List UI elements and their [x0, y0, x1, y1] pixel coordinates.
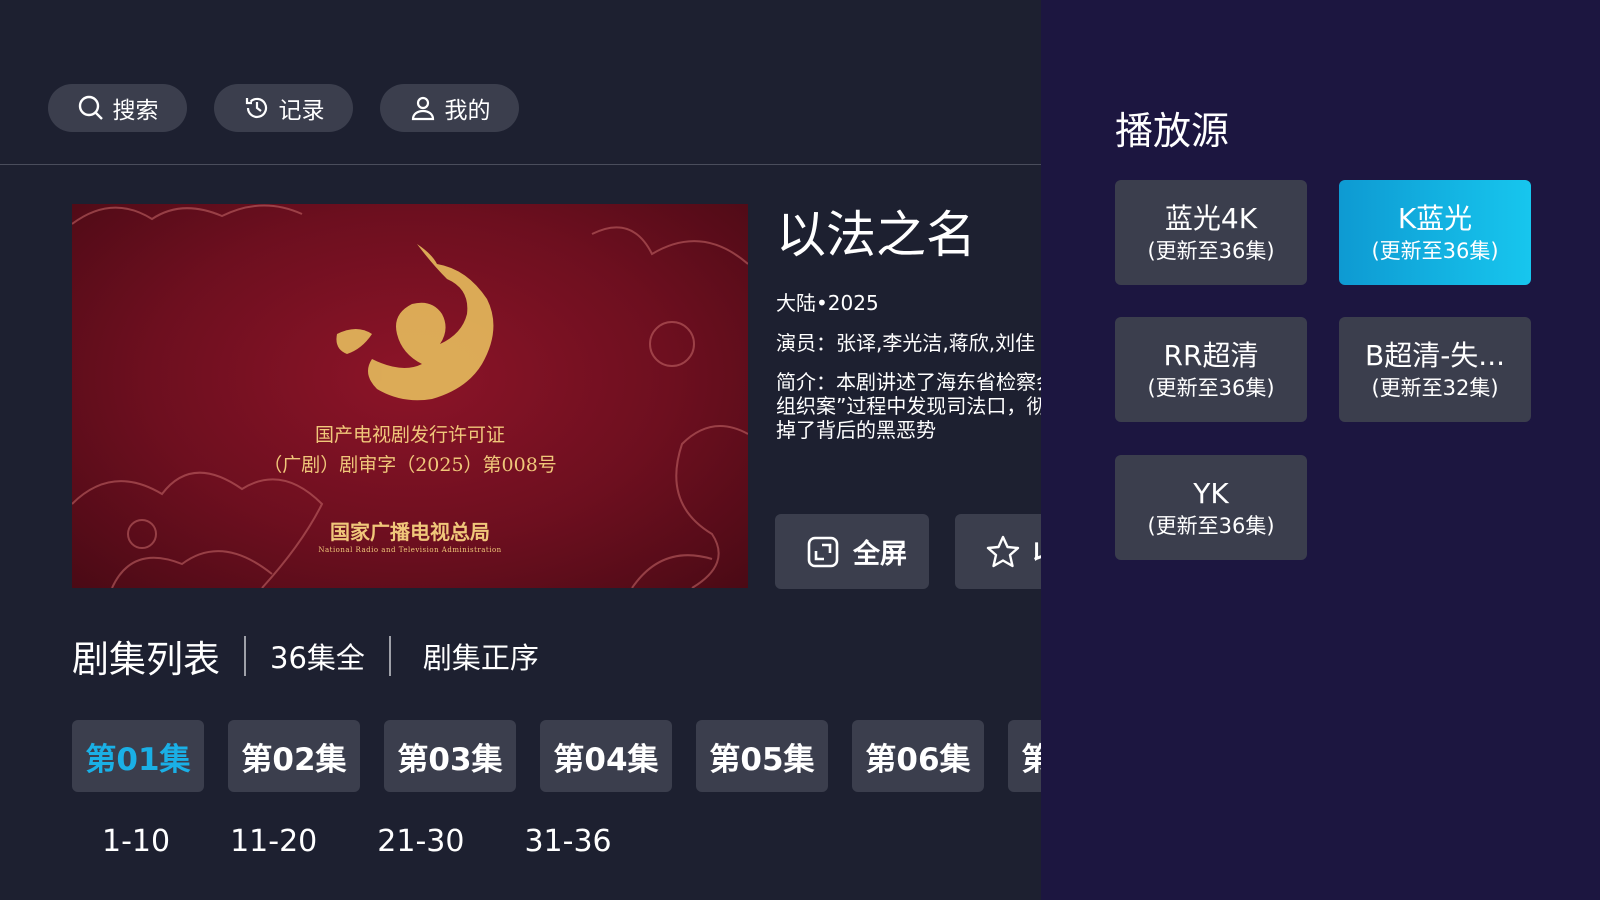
- star-icon: [986, 535, 1020, 567]
- source-option[interactable]: RR超清 (更新至36集): [1115, 317, 1307, 422]
- source-count: (更新至36集): [1371, 238, 1499, 263]
- search-label: 搜索: [112, 98, 159, 124]
- fullscreen-icon: [807, 536, 839, 567]
- source-option[interactable]: B超清-失... (更新至32集): [1339, 317, 1531, 422]
- history-button[interactable]: 记录: [214, 84, 353, 132]
- source-count: (更新至36集): [1147, 375, 1275, 400]
- episode-total: 36集全: [270, 641, 365, 675]
- fullscreen-label: 全屏: [853, 539, 907, 570]
- user-icon: [411, 96, 434, 121]
- source-option[interactable]: 蓝光4K (更新至36集): [1115, 180, 1307, 285]
- search-button[interactable]: 搜索: [48, 84, 187, 132]
- episode-list-title: 剧集列表: [72, 638, 220, 681]
- header-divider: [0, 164, 1041, 165]
- top-nav: 搜索 记录 我的: [48, 84, 519, 132]
- source-count: (更新至32集): [1371, 375, 1499, 400]
- source-name: 蓝光4K: [1164, 201, 1258, 235]
- favorite-label: 收: [1033, 532, 1041, 571]
- episode-button[interactable]: 第01集: [72, 720, 204, 792]
- episode-button[interactable]: 第04集: [540, 720, 672, 792]
- history-icon: [245, 97, 267, 118]
- search-icon: [78, 95, 103, 120]
- episode-button[interactable]: 第03集: [384, 720, 516, 792]
- mine-button[interactable]: 我的: [380, 84, 519, 132]
- license-org-en: National Radio and Television Administra…: [318, 546, 502, 554]
- source-count: (更新至36集): [1147, 238, 1275, 263]
- source-count: (更新至36集): [1147, 513, 1275, 538]
- source-name: B超清-失...: [1364, 338, 1505, 372]
- episode-list: 第01集 第02集 第03集 第04集 第05集 第06集 第07集: [72, 720, 1041, 792]
- range-tab[interactable]: 21-30: [377, 824, 464, 859]
- source-name: RR超清: [1163, 338, 1259, 372]
- video-poster[interactable]: 国产电视剧发行许可证 （广剧）剧审字（2025）第008号 国家广播电视总局 N…: [72, 204, 748, 588]
- episode-button[interactable]: 第06集: [852, 720, 984, 792]
- header-separator: [388, 636, 391, 676]
- show-info: 以法之名 大陆•2025 演员：张译,李光洁,蒋欣,刘佳 简介：本剧讲述了海东省…: [776, 200, 1041, 442]
- license-line-1: 国产电视剧发行许可证: [314, 424, 505, 446]
- show-title: 以法之名: [776, 206, 976, 264]
- range-tab[interactable]: 11-20: [230, 824, 317, 859]
- fullscreen-button[interactable]: 全屏: [775, 514, 929, 589]
- episode-range-tabs: 1-10 11-20 21-30 31-36: [102, 824, 672, 859]
- episode-button[interactable]: 第07集: [1008, 720, 1041, 792]
- source-panel-title: 播放源: [1115, 109, 1230, 153]
- episode-button[interactable]: 第02集: [228, 720, 360, 792]
- show-description: 简介：本剧讲述了海东省检察会性质组织案”过程中发现司法口，彻底打掉了背后的黑恶势: [776, 370, 1041, 442]
- source-name: YK: [1193, 476, 1229, 510]
- header-separator: [244, 636, 246, 676]
- source-name: K蓝光: [1397, 201, 1473, 235]
- show-meta: 大陆•2025: [776, 291, 879, 315]
- favorite-button[interactable]: 收: [955, 514, 1041, 589]
- source-option[interactable]: K蓝光 (更新至36集): [1339, 180, 1531, 285]
- range-tab[interactable]: 31-36: [524, 824, 611, 859]
- history-label: 记录: [278, 98, 325, 124]
- source-option[interactable]: YK (更新至36集): [1115, 455, 1307, 560]
- license-line-2: （广剧）剧审字（2025）第008号: [263, 454, 557, 476]
- episode-button[interactable]: 第05集: [696, 720, 828, 792]
- license-org: 国家广播电视总局: [330, 520, 490, 544]
- episode-order-toggle[interactable]: 剧集正序: [423, 635, 539, 677]
- show-actors: 演员：张译,李光洁,蒋欣,刘佳: [776, 331, 1036, 355]
- mine-label: 我的: [444, 98, 491, 124]
- source-panel: 播放源 蓝光4K (更新至36集) K蓝光 (更新至36集) RR超清 (更新至…: [1041, 0, 1600, 900]
- episode-header: 剧集列表 36集全 剧集正序: [72, 632, 539, 681]
- range-tab[interactable]: 1-10: [102, 824, 170, 859]
- main-content: 搜索 记录 我的 国产电视剧发行许可证 （广剧）剧审字（2025）第008号 国…: [0, 0, 1041, 900]
